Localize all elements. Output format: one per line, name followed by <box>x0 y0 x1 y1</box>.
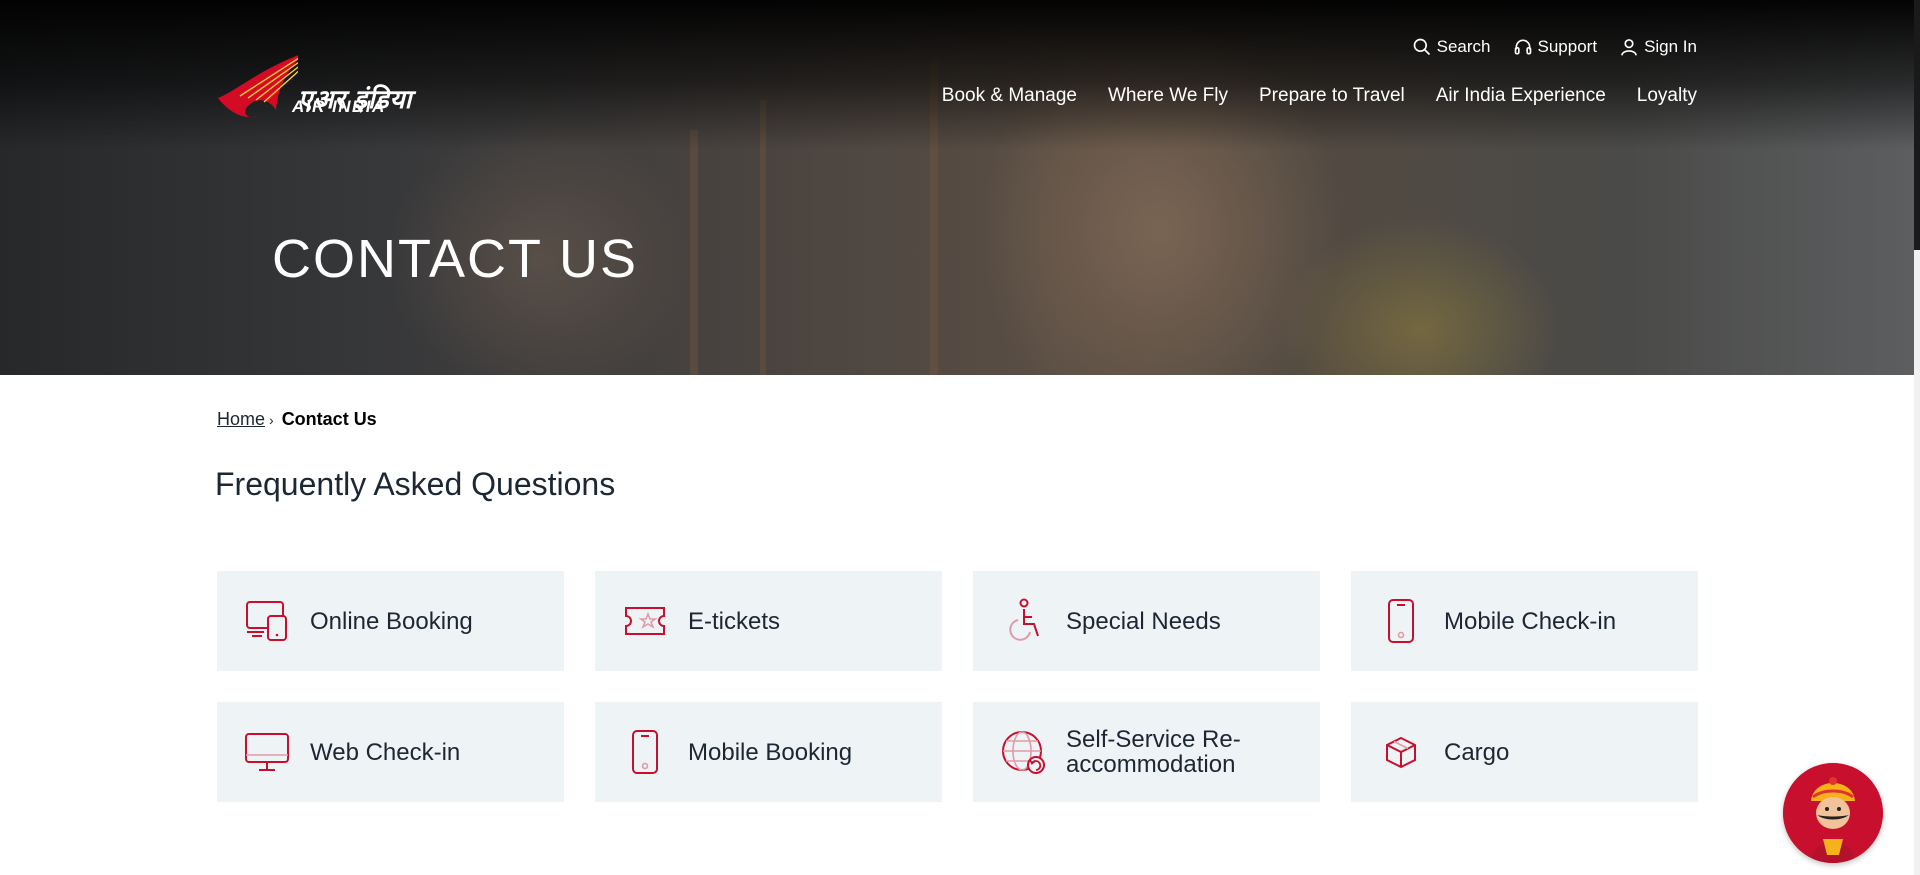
devices-icon <box>244 598 290 644</box>
sign-in-link[interactable]: Sign In <box>1619 37 1697 57</box>
search-icon <box>1413 38 1430 56</box>
headset-icon <box>1514 39 1531 55</box>
mobile-icon <box>622 729 668 775</box>
package-icon <box>1378 729 1424 775</box>
utility-nav: Search Support Sign In <box>1412 37 1697 57</box>
faq-card-label: Online Booking <box>310 607 473 635</box>
hero-banner: एअर इंडिया AIR INDIA Search Support Sign… <box>0 0 1914 375</box>
logo-wing-icon <box>218 55 298 118</box>
logo-english-text: AIR INDIA <box>292 97 386 116</box>
breadcrumb-home-link[interactable]: Home <box>217 409 265 430</box>
faq-card-label: Special Needs <box>1066 607 1221 635</box>
faq-card-online-booking[interactable]: Online Booking <box>217 571 564 671</box>
breadcrumb-current: Contact Us <box>281 409 377 429</box>
faq-card-cargo[interactable]: Cargo <box>1351 702 1698 802</box>
faq-grid: Online Booking E-tickets Special Needs M… <box>217 571 1698 802</box>
search-label: Search <box>1436 37 1491 56</box>
page-scrollbar[interactable] <box>1914 0 1920 875</box>
faq-card-mobile-check-in[interactable]: Mobile Check-in <box>1351 571 1698 671</box>
maharaja-mascot-icon <box>1783 763 1883 863</box>
user-icon <box>1621 39 1637 56</box>
faq-heading: Frequently Asked Questions <box>215 466 616 502</box>
monitor-icon <box>244 729 290 775</box>
mobile-icon <box>1378 598 1424 644</box>
faq-card-label: E-tickets <box>688 607 781 635</box>
page-title: CONTACT US <box>272 229 639 289</box>
globe-refresh-icon <box>1000 729 1046 775</box>
sign-in-label: Sign In <box>1644 37 1697 56</box>
search-link[interactable]: Search <box>1412 37 1491 57</box>
nav-air-india-experience[interactable]: Air India Experience <box>1436 85 1606 107</box>
faq-card-label: Mobile Check-in <box>1444 607 1617 635</box>
faq-card-special-needs[interactable]: Special Needs <box>973 571 1320 671</box>
faq-card-label: Self-Service Re-accommodation <box>1066 726 1241 778</box>
nav-prepare-to-travel[interactable]: Prepare to Travel <box>1259 85 1405 107</box>
faq-card-mobile-booking[interactable]: Mobile Booking <box>595 702 942 802</box>
faq-card-web-check-in[interactable]: Web Check-in <box>217 702 564 802</box>
faq-card-self-service-re-accommodation[interactable]: Self-Service Re-accommodation <box>973 702 1320 802</box>
hero-background-detail <box>690 130 698 375</box>
wheelchair-icon <box>1000 598 1046 644</box>
faq-card-label: Cargo <box>1444 738 1510 766</box>
ticket-icon <box>622 598 668 644</box>
faq-card-label: Web Check-in <box>310 738 461 766</box>
air-india-logo[interactable]: एअर इंडिया AIR INDIA <box>218 50 434 122</box>
breadcrumb-separator-icon: › <box>269 411 274 428</box>
breadcrumb: Home › Contact Us <box>217 409 377 430</box>
faq-card-label: Mobile Booking <box>688 738 853 766</box>
scrollbar-thumb[interactable] <box>1914 0 1920 250</box>
main-nav: Book & Manage Where We Fly Prepare to Tr… <box>942 85 1697 107</box>
support-label: Support <box>1537 37 1598 56</box>
support-link[interactable]: Support <box>1513 37 1598 57</box>
nav-loyalty[interactable]: Loyalty <box>1637 85 1697 107</box>
faq-card-e-tickets[interactable]: E-tickets <box>595 571 942 671</box>
chatbot-launcher-button[interactable] <box>1783 763 1883 863</box>
nav-book-manage[interactable]: Book & Manage <box>942 85 1077 107</box>
nav-where-we-fly[interactable]: Where We Fly <box>1108 85 1228 107</box>
